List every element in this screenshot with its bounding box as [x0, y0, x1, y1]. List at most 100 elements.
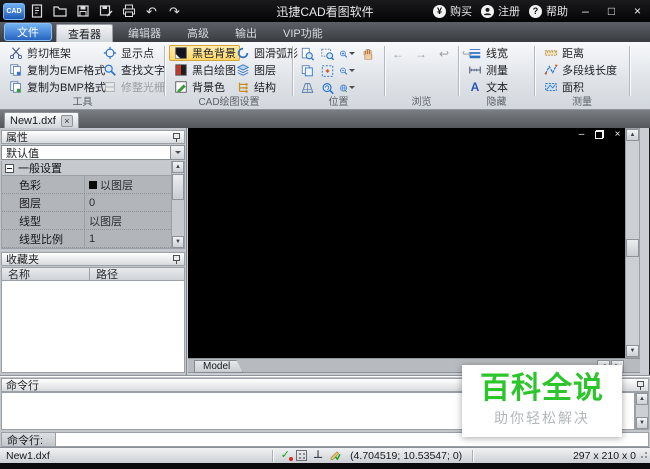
- status-coordinates: (4.704519; 10.53547; 0): [350, 449, 463, 462]
- tab-vip-label: VIP功能: [283, 28, 323, 40]
- find-text-button[interactable]: 查找文字: [98, 62, 169, 78]
- scroll-down-icon[interactable]: ▼: [626, 345, 639, 357]
- property-group-general[interactable]: 一般设置: [2, 161, 184, 176]
- show-point-label: 显示点: [121, 48, 154, 60]
- distance-icon: [543, 45, 559, 61]
- distance-button[interactable]: 距离: [539, 45, 621, 61]
- property-row-layer[interactable]: 图层 0: [2, 194, 171, 212]
- grid-toggle-icon[interactable]: [296, 450, 307, 461]
- redo-button[interactable]: ↷: [163, 2, 186, 20]
- document-tab-close-icon[interactable]: ×: [60, 114, 73, 127]
- bw-drawing-button[interactable]: 黑白绘图: [169, 62, 240, 78]
- property-value: 以图层: [100, 179, 133, 192]
- polyline-length-label: 多段线长度: [562, 65, 617, 77]
- property-row-linetype-scale[interactable]: 线型比例 1: [2, 230, 171, 248]
- mdi-minimize-button[interactable]: –: [576, 129, 587, 140]
- file-menu-button[interactable]: 文件: [4, 23, 52, 41]
- tab-editor-label: 编辑器: [128, 28, 161, 40]
- resize-grip[interactable]: [639, 452, 647, 460]
- scroll-down-icon[interactable]: ▼: [636, 417, 648, 429]
- tab-viewer[interactable]: 查看器: [56, 24, 113, 42]
- open-file-button[interactable]: [48, 2, 71, 20]
- document-tab[interactable]: New1.dxf ×: [4, 112, 79, 128]
- property-row-color[interactable]: 色彩 以图层: [2, 176, 171, 194]
- favorites-list[interactable]: [1, 281, 185, 373]
- hide-measure-button[interactable]: 测量: [463, 62, 512, 78]
- tab-output[interactable]: 输出: [224, 24, 268, 42]
- save-button[interactable]: [71, 2, 94, 20]
- black-background-button[interactable]: 黑色背景: [169, 45, 240, 61]
- property-label: 线型比例: [19, 233, 63, 246]
- pan-button[interactable]: [358, 46, 376, 62]
- scroll-up-icon[interactable]: ▲: [626, 129, 639, 141]
- new-file-button[interactable]: [25, 2, 48, 20]
- undo-button[interactable]: ↶: [140, 2, 163, 20]
- zoom-page-button[interactable]: [298, 46, 316, 62]
- browse-back-button[interactable]: ←: [389, 46, 407, 62]
- scroll-up-icon[interactable]: ▲: [172, 161, 184, 173]
- ribbon-group-position: 位置: [295, 42, 382, 109]
- tab-output-label: 输出: [235, 28, 257, 40]
- property-row-linetype[interactable]: 线型 以图层: [2, 212, 171, 230]
- canvas-vertical-scrollbar[interactable]: ▲ ▼: [625, 128, 640, 358]
- zoom-in-button[interactable]: [338, 46, 356, 62]
- copy-emf-button[interactable]: 复制为EMF格式: [4, 62, 110, 78]
- pin-icon[interactable]: [173, 132, 180, 142]
- close-button[interactable]: ×: [629, 3, 646, 20]
- previous-view-button[interactable]: ↩: [435, 46, 453, 62]
- cut-frame-button[interactable]: 剪切框架: [4, 45, 110, 61]
- mdi-restore-button[interactable]: [594, 129, 605, 140]
- zoom-window-button[interactable]: [318, 46, 336, 62]
- show-point-button[interactable]: 显示点: [98, 45, 169, 61]
- ortho-toggle-icon[interactable]: ⊥: [313, 450, 323, 461]
- yen-icon: ¥: [433, 4, 446, 18]
- command-panel-title: 命令行: [6, 380, 39, 392]
- pin-icon[interactable]: [637, 380, 644, 390]
- draw-toggle-icon[interactable]: [329, 448, 342, 463]
- scrollbar-thumb[interactable]: [172, 174, 184, 200]
- measure-ruler-icon: [467, 62, 483, 78]
- zoom-extents-icon: [321, 64, 333, 77]
- drawing-canvas[interactable]: [188, 128, 625, 358]
- scrollbar-thumb[interactable]: [626, 239, 639, 257]
- minimize-button[interactable]: –: [577, 3, 594, 20]
- preset-dropdown-button[interactable]: [170, 146, 184, 159]
- model-tab[interactable]: Model: [194, 360, 243, 373]
- browse-forward-button[interactable]: →: [412, 46, 430, 62]
- save-as-icon: [99, 5, 112, 17]
- polyline-length-button[interactable]: 多段线长度: [539, 62, 621, 78]
- collapse-icon[interactable]: [5, 163, 14, 173]
- favorites-name-column[interactable]: 名称: [2, 268, 90, 281]
- print-button[interactable]: [117, 2, 140, 20]
- snap-toggle-icon[interactable]: ✓: [281, 450, 294, 461]
- tab-editor[interactable]: 编辑器: [117, 24, 172, 42]
- cut-frame-icon: [8, 45, 24, 61]
- scroll-up-icon[interactable]: ▲: [636, 393, 648, 405]
- hide-measure-label: 测量: [486, 65, 508, 77]
- application-window: CAD ↶ ↷ 迅捷CAD看图软件 ¥ 购买 注册 ? 帮助 – □ × 文件 …: [0, 0, 650, 469]
- tab-advanced[interactable]: 高级: [176, 24, 220, 42]
- mdi-close-button[interactable]: ×: [612, 129, 623, 140]
- help-button[interactable]: ? 帮助: [529, 3, 568, 19]
- command-prompt-label: 命令行:: [1, 432, 56, 447]
- pin-icon[interactable]: [173, 254, 180, 264]
- command-scrollbar[interactable]: ▲ ▼: [635, 392, 649, 430]
- save-as-button[interactable]: [94, 2, 117, 20]
- preset-dropdown[interactable]: 默认值: [1, 145, 185, 160]
- mdi-window-controls: – ×: [576, 129, 623, 140]
- black-background-icon: [173, 45, 189, 61]
- favorites-path-column[interactable]: 路径: [90, 266, 118, 282]
- app-logo-icon[interactable]: CAD: [3, 2, 25, 20]
- new-file-icon: [31, 4, 42, 18]
- tab-vip[interactable]: VIP功能: [272, 24, 334, 42]
- layers-label: 图层: [254, 65, 276, 77]
- line-width-button[interactable]: 线宽: [463, 45, 512, 61]
- properties-scrollbar[interactable]: ▲ ▼: [171, 161, 184, 248]
- copy-view-button[interactable]: [298, 63, 316, 79]
- register-button[interactable]: 注册: [481, 3, 520, 19]
- maximize-button[interactable]: □: [603, 3, 620, 20]
- buy-button[interactable]: ¥ 购买: [433, 3, 472, 19]
- zoom-out-button[interactable]: [338, 63, 356, 79]
- zoom-extents-button[interactable]: [318, 63, 336, 79]
- scroll-down-icon[interactable]: ▼: [172, 236, 184, 248]
